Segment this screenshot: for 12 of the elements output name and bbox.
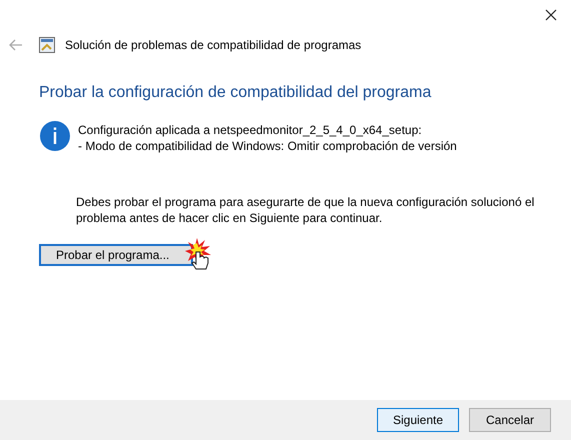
info-text: Configuración aplicada a netspeedmonitor_2_5_4_0_x64_setup:: [78, 122, 423, 138]
close-icon[interactable]: [545, 9, 557, 21]
page-heading: Probar la configuración de compatibilidad del programa: [39, 84, 432, 102]
dialog-button[interactable]: Cancelar: [469, 408, 551, 432]
test-program-button[interactable]: Probar el programa...: [39, 244, 194, 266]
troubleshooter-icon: [39, 37, 55, 53]
click-cursor-icon: [185, 238, 214, 270]
instruction-text: Debes probar el programa para asegurarte de que la nueva configuración solucionó el problema antes de hacer clic en Siguiente para continuar.: [76, 194, 536, 226]
dialog-button[interactable]: Siguiente: [377, 408, 459, 432]
window-title: Solución de problemas de compatibilidad de programas: [65, 38, 362, 52]
info-text: - Modo de compatibilidad de Windows: Omitir comprobación de versión: [78, 138, 457, 154]
info-icon: [40, 121, 70, 151]
